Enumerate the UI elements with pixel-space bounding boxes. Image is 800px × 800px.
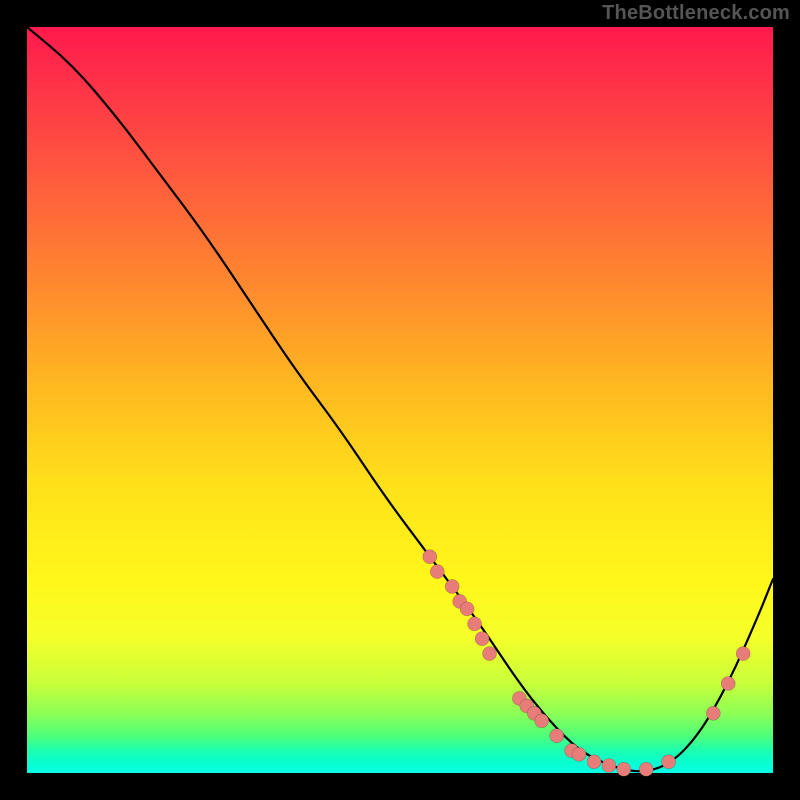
plot-area: [27, 27, 773, 773]
data-point: [550, 729, 564, 743]
bottleneck-curve: [27, 27, 773, 771]
data-point: [468, 617, 482, 631]
data-point: [617, 762, 631, 776]
data-points-group: [423, 550, 750, 777]
data-point: [423, 550, 437, 564]
data-point: [639, 762, 653, 776]
data-point: [572, 747, 586, 761]
data-point: [483, 647, 497, 661]
data-point: [587, 755, 601, 769]
chart-stage: TheBottleneck.com: [0, 0, 800, 800]
data-point: [430, 565, 444, 579]
data-point: [535, 714, 549, 728]
data-point: [475, 632, 489, 646]
data-point: [721, 677, 735, 691]
watermark-text: TheBottleneck.com: [602, 2, 790, 25]
data-point: [460, 602, 474, 616]
data-point: [706, 706, 720, 720]
data-point: [602, 759, 616, 773]
data-point: [445, 580, 459, 594]
curve-svg: [27, 27, 773, 773]
data-point: [662, 755, 676, 769]
data-point: [736, 647, 750, 661]
